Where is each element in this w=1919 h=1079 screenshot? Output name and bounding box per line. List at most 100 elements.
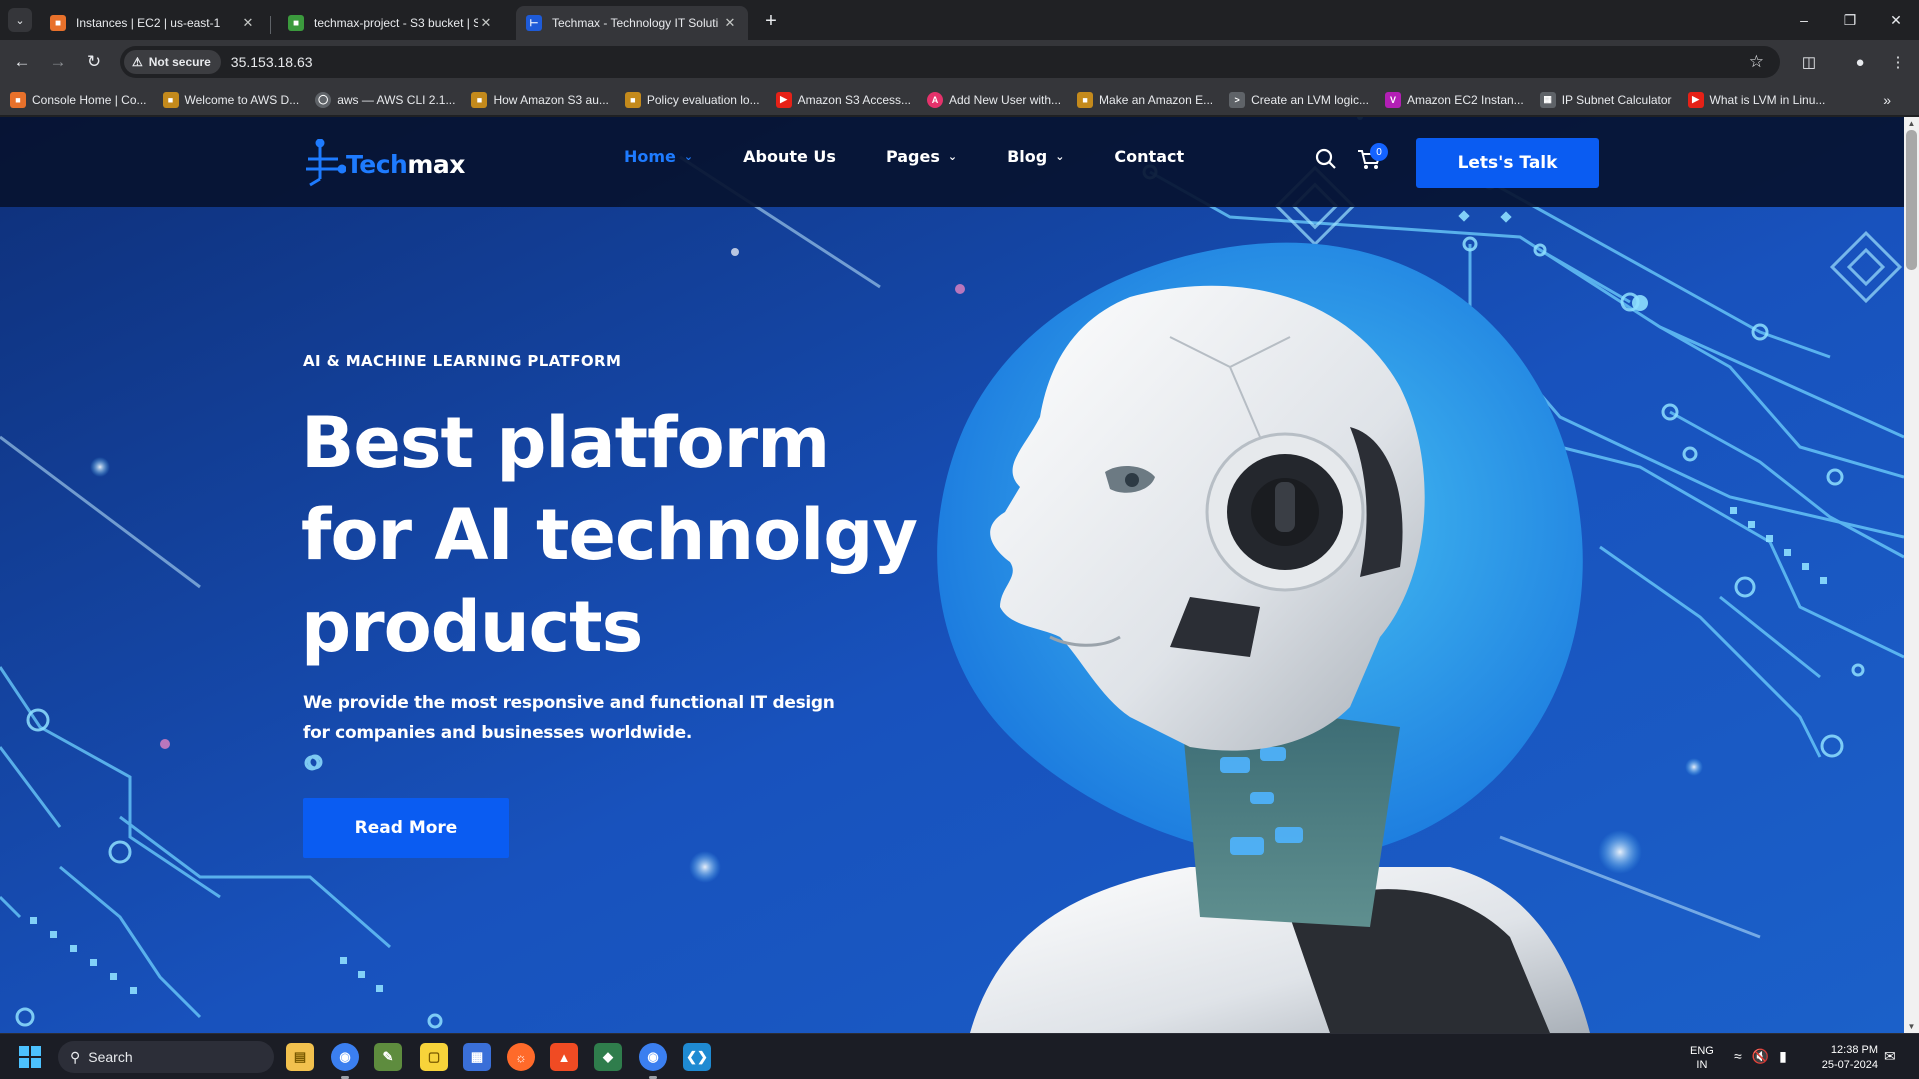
back-arrow-icon[interactable]: ← [8,48,36,76]
bookmark-item[interactable]: ■ Policy evaluation lo... [624,91,760,108]
tab-techmax-active[interactable]: ⊢ Techmax - Technology IT Soluti ✕ [516,6,748,40]
git-icon[interactable]: ◆ [594,1043,622,1071]
chrome-profile-icon[interactable]: ◉ [639,1043,667,1071]
language-indicator[interactable]: ENG IN [1690,1044,1714,1072]
vscode-icon[interactable]: ❮❯ [683,1043,711,1071]
nav-blog[interactable]: Blog ⌄ [1007,147,1064,166]
system-clock[interactable]: 12:38 PM 25-07-2024 [1812,1043,1878,1073]
bookmark-item[interactable]: > Create an LVM logic... [1229,91,1369,108]
close-tab-icon[interactable]: ✕ [240,15,256,31]
language-code: ENG [1690,1045,1714,1057]
bookmark-label: Console Home | Co... [32,92,147,107]
taskbar-search[interactable]: ⚲ Search [58,1041,274,1073]
aws-doc-icon: ■ [471,91,488,108]
warning-triangle-icon: ⚠ [132,55,143,69]
taskbar-search-label: Search [88,1049,133,1065]
lets-talk-button[interactable]: Lets's Talk [1416,138,1599,188]
more-menu-icon[interactable]: ⋮ [1884,48,1912,76]
bookmark-label: How Amazon S3 au... [493,92,609,107]
site-header: Techmax Home ⌄ Aboute Us Pages ⌄ Blog ⌄ … [0,117,1904,207]
read-more-button[interactable]: Read More [303,798,509,858]
tab-s3-bucket[interactable]: ■ techmax-project - S3 bucket | S ✕ [278,6,504,40]
battery-icon[interactable]: ▮ [1779,1048,1787,1065]
bookmark-item[interactable]: ▦ IP Subnet Calculator [1539,91,1672,108]
aws-doc-icon: ■ [624,91,641,108]
robot-head-illustration [970,285,1590,1033]
clock-date: 25-07-2024 [1821,1059,1878,1071]
windows-taskbar: ⚲ Search ▤ ◉ ✎ ▢ ▦ ☼ ▲ ◆ ◉ ❮❯ ENG IN ≈ 🔇… [0,1033,1919,1079]
bookmark-label: aws — AWS CLI 2.1... [337,92,456,107]
nav-label: Pages [885,147,940,166]
security-label: Not secure [148,55,211,69]
close-tab-icon[interactable]: ✕ [722,15,738,31]
nav-about[interactable]: Aboute Us [743,147,836,166]
profile-avatar-icon[interactable]: ● [1846,48,1874,76]
bookmark-item[interactable]: ■ Make an Amazon E... [1077,91,1213,108]
bookmarks-overflow-icon[interactable]: » [1883,92,1891,108]
bookmark-item[interactable]: ▶ Amazon S3 Access... [775,91,911,108]
tab-separator [270,16,271,34]
search-icon[interactable] [1314,147,1338,171]
forward-arrow-icon[interactable]: → [44,48,72,76]
nav-contact[interactable]: Contact [1114,147,1184,166]
bookmark-item[interactable]: ◯ aws — AWS CLI 2.1... [315,91,456,108]
chrome-icon[interactable]: ◉ [331,1043,359,1071]
volume-muted-icon[interactable]: 🔇 [1752,1048,1769,1065]
close-window-icon[interactable]: ✕ [1873,0,1919,40]
firefox-icon[interactable]: ☼ [507,1043,535,1071]
address-bar[interactable]: ⚠ Not secure 35.153.18.63 ☆ [120,46,1780,78]
scroll-down-arrow-icon[interactable]: ▼ [1904,1020,1919,1033]
chevron-down-icon: ⌄ [947,150,958,163]
youtube-icon: ▶ [1687,91,1704,108]
brave-icon[interactable]: ▲ [550,1043,578,1071]
nav-home[interactable]: Home ⌄ [624,147,693,166]
bookmark-item[interactable]: ■ How Amazon S3 au... [471,91,609,108]
minimize-icon[interactable]: – [1781,0,1827,40]
bookmark-label: Amazon S3 Access... [797,92,911,107]
bookmark-label: IP Subnet Calculator [1561,92,1672,107]
bookmark-label: What is LVM in Linu... [1709,92,1826,107]
browser-tabstrip: ⌄ ■ Instances | EC2 | us-east-1 ✕ ■ tech… [0,0,1919,40]
bookmark-item[interactable]: ■ Welcome to AWS D... [162,91,299,108]
tab-search-chevron-icon[interactable]: ⌄ [8,8,32,32]
close-tab-icon[interactable]: ✕ [478,15,494,31]
bookmark-item[interactable]: ▶ What is LVM in Linu... [1687,91,1826,108]
scroll-up-arrow-icon[interactable]: ▲ [1904,117,1919,130]
bookmark-label: Amazon EC2 Instan... [1406,92,1524,107]
nav-pages[interactable]: Pages ⌄ [886,147,957,166]
url-text[interactable]: 35.153.18.63 [231,54,313,70]
store-icon[interactable]: ▦ [463,1043,491,1071]
scrollbar-thumb[interactable] [1906,130,1917,270]
notification-bell-icon[interactable]: ✉ [1884,1048,1896,1065]
tab-title: Techmax - Technology IT Soluti [552,16,719,30]
windows-start-icon[interactable] [18,1045,42,1069]
main-nav: Home ⌄ Aboute Us Pages ⌄ Blog ⌄ Contact [624,147,1234,166]
sticky-notes-icon[interactable]: ▢ [420,1043,448,1071]
hero-eyebrow: AI & MACHINE LEARNING PLATFORM [303,352,622,370]
youtube-icon: ▶ [775,91,792,108]
system-tray: ≈ 🔇 ▮ [1734,1048,1787,1065]
tab-title: techmax-project - S3 bucket | S [314,16,478,30]
aws-s3-icon: ■ [288,15,304,31]
bookmark-item[interactable]: A Add New User with... [927,91,1061,108]
new-tab-plus-icon[interactable]: + [758,8,784,34]
notepad-icon[interactable]: ✎ [374,1043,402,1071]
reload-icon[interactable]: ↻ [80,48,108,76]
bookmark-item[interactable]: V Amazon EC2 Instan... [1384,91,1524,108]
bookmark-star-icon[interactable]: ☆ [1749,52,1764,72]
tab-title: Instances | EC2 | us-east-1 [76,16,221,30]
security-chip[interactable]: ⚠ Not secure [124,50,221,74]
v-icon: V [1384,91,1401,108]
calculator-icon: ▦ [1539,91,1556,108]
restore-icon[interactable]: ❐ [1827,0,1873,40]
file-explorer-icon[interactable]: ▤ [286,1043,314,1071]
techmax-logo[interactable]: Techmax [302,139,465,189]
bookmark-item[interactable]: ■ Console Home | Co... [10,91,147,108]
wifi-icon[interactable]: ≈ [1734,1048,1742,1065]
terminal-icon: > [1229,91,1246,108]
chevron-down-icon: ⌄ [683,150,694,163]
bookmark-label: Policy evaluation lo... [646,92,760,107]
extensions-puzzle-icon[interactable]: ◫ [1795,48,1823,76]
tab-ec2-instances[interactable]: ■ Instances | EC2 | us-east-1 ✕ [40,6,266,40]
logo-part-tech: Tech [346,149,408,179]
